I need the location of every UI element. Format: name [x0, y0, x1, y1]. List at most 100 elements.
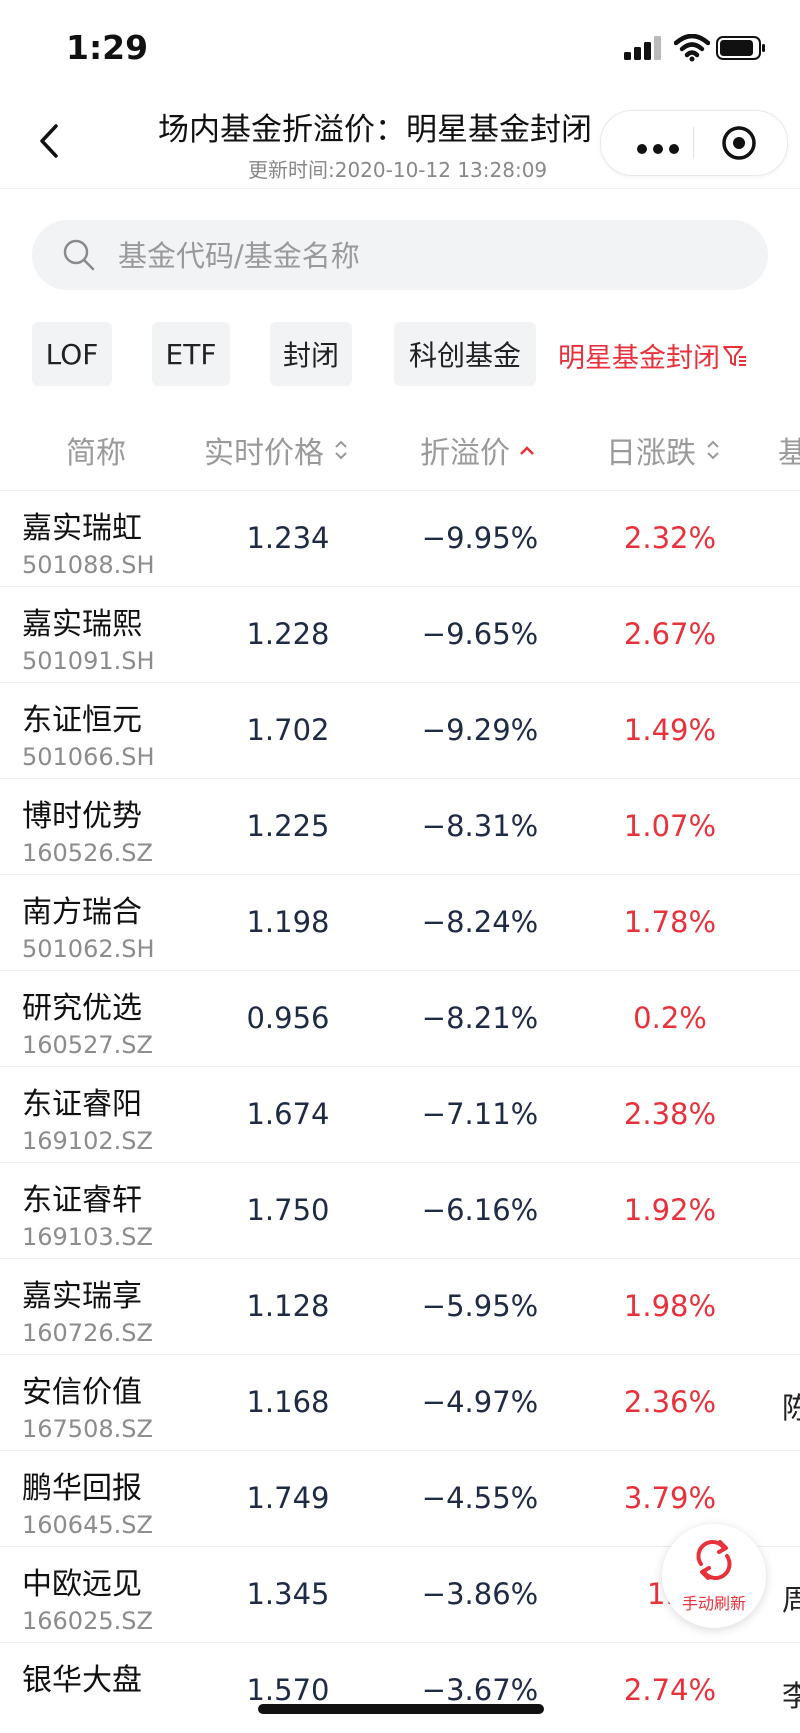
close-target-icon[interactable] [721, 125, 757, 161]
fund-name: 鹏华回报 [22, 1471, 142, 1506]
col-price-label: 实时价格 [204, 436, 324, 471]
fund-price: 1.570 [246, 1673, 330, 1707]
nav-bar: 场内基金折溢价：明星基金封闭 更新时间:2020-10-12 13:28:09 [0, 96, 800, 189]
filter-chip-lof[interactable]: LOF [32, 322, 112, 386]
page-title: 场内基金折溢价：明星基金封闭 [158, 112, 592, 148]
fund-code: 501066.SH [22, 743, 155, 771]
fund-code: 169103.SZ [22, 1223, 153, 1251]
sort-icon [707, 440, 719, 460]
fund-manager: 李 [782, 1679, 800, 1713]
fund-premium: −7.11% [421, 1097, 539, 1131]
update-time: 更新时间:2020-10-12 13:28:09 [248, 158, 548, 182]
miniprogram-capsule [600, 110, 788, 176]
fund-change: 2.32% [623, 521, 717, 555]
col-manager-label: 基 [778, 436, 800, 471]
fund-change: 1.92% [623, 1193, 717, 1227]
fund-name: 研究优选 [22, 991, 142, 1026]
fund-price: 1.128 [246, 1289, 330, 1323]
fund-premium: −9.29% [421, 713, 539, 747]
table-row[interactable]: 嘉实瑞虹 501088.SH 1.234 −9.95% 2.32% [0, 491, 800, 587]
table-row[interactable]: 鹏华回报 160645.SZ 1.749 −4.55% 3.79% [0, 1451, 800, 1547]
fund-change: 1.78% [623, 905, 717, 939]
fund-manager: 陈 [782, 1391, 800, 1425]
fund-code: 169102.SZ [22, 1127, 153, 1155]
search-icon [63, 239, 95, 271]
fund-premium: −4.97% [421, 1385, 539, 1419]
table-row[interactable]: 银华大盘 1.570 −3.67% 2.74% 李 [0, 1643, 800, 1713]
col-price[interactable]: 实时价格 [204, 428, 350, 472]
table-row[interactable]: 东证睿阳 169102.SZ 1.674 −7.11% 2.38% [0, 1067, 800, 1163]
table-row[interactable]: 东证恒元 501066.SH 1.702 −9.29% 1.49% [0, 683, 800, 779]
fund-code: 501088.SH [22, 551, 155, 579]
col-name-label: 简称 [66, 436, 126, 471]
fund-price: 1.168 [246, 1385, 330, 1419]
status-time: 1:29 [66, 28, 149, 67]
fund-manager: 周 [782, 1583, 800, 1617]
fund-change: 1.98% [623, 1289, 717, 1323]
table-row[interactable]: 博时优势 160526.SZ 1.225 −8.31% 1.07% [0, 779, 800, 875]
col-name: 简称 [66, 428, 126, 472]
fund-premium: −9.95% [421, 521, 539, 555]
fund-name: 东证恒元 [22, 703, 142, 738]
col-manager[interactable]: 基 [778, 428, 800, 472]
refresh-icon [696, 1540, 732, 1580]
fund-code: 501091.SH [22, 647, 155, 675]
col-premium[interactable]: 折溢价 [420, 428, 536, 472]
table-row[interactable]: 安信价值 167508.SZ 1.168 −4.97% 2.36% 陈 [0, 1355, 800, 1451]
fund-premium: −6.16% [421, 1193, 539, 1227]
fund-code: 160527.SZ [22, 1031, 153, 1059]
table-row[interactable]: 东证睿轩 169103.SZ 1.750 −6.16% 1.92% [0, 1163, 800, 1259]
filter-active-label: 明星基金封闭 [558, 343, 720, 374]
table-row[interactable]: 嘉实瑞熙 501091.SH 1.228 −9.65% 2.67% [0, 587, 800, 683]
status-bar: 1:29 [0, 0, 800, 96]
table-row[interactable]: 南方瑞合 501062.SH 1.198 −8.24% 1.78% [0, 875, 800, 971]
fund-name: 嘉实瑞虹 [22, 511, 142, 546]
table-row[interactable]: 研究优选 160527.SZ 0.956 −8.21% 0.2% [0, 971, 800, 1067]
sort-ascending-icon [520, 446, 534, 455]
fund-price: 1.749 [246, 1481, 330, 1515]
table-row[interactable]: 嘉实瑞享 160726.SZ 1.128 −5.95% 1.98% [0, 1259, 800, 1355]
fund-premium: −8.21% [421, 1001, 539, 1035]
filter-chip-closed[interactable]: 封闭 [270, 322, 352, 386]
fund-change: 2.67% [623, 617, 717, 651]
fund-premium: −3.86% [421, 1577, 539, 1611]
fund-change: 2.74% [623, 1673, 717, 1707]
fund-code: 166025.SZ [22, 1607, 153, 1635]
fund-price: 1.198 [246, 905, 330, 939]
fund-premium: −8.24% [421, 905, 539, 939]
col-premium-label: 折溢价 [420, 436, 510, 471]
fund-change: 2.38% [623, 1097, 717, 1131]
search-bar [32, 220, 768, 290]
filter-icon [723, 345, 746, 366]
fund-price: 1.345 [246, 1577, 330, 1611]
cellular-signal-icon [624, 36, 661, 60]
fund-name: 东证睿阳 [22, 1087, 142, 1122]
search-input[interactable] [116, 230, 740, 282]
fund-price: 1.234 [246, 521, 330, 555]
fund-premium: −4.55% [421, 1481, 539, 1515]
filter-chip-sci-tech[interactable]: 科创基金 [394, 322, 536, 386]
sort-icon [335, 440, 347, 460]
fund-list: 嘉实瑞虹 501088.SH 1.234 −9.95% 2.32% 嘉实瑞熙 5… [0, 491, 800, 1713]
fund-change: 3.79% [623, 1481, 717, 1515]
fund-name: 东证睿轩 [22, 1183, 142, 1218]
fund-name: 博时优势 [22, 799, 142, 834]
fund-change: 1.07% [623, 809, 717, 843]
fund-name: 银华大盘 [22, 1663, 142, 1698]
back-arrow-icon[interactable] [34, 118, 64, 164]
fund-change: 1.49% [623, 713, 717, 747]
fund-price: 1.674 [246, 1097, 330, 1131]
filter-active-star-closed[interactable]: 明星基金封闭 [558, 336, 748, 375]
manual-refresh-button[interactable]: 手动刷新 [662, 1524, 766, 1628]
col-change[interactable]: 日涨跌 [606, 428, 722, 472]
fund-code: 160726.SZ [22, 1319, 153, 1347]
fund-name: 嘉实瑞享 [22, 1279, 142, 1314]
table-header: 简称 实时价格 折溢价 日涨跌 基 [0, 410, 800, 491]
fund-change: 0.2% [633, 1001, 707, 1035]
fund-price: 1.702 [246, 713, 330, 747]
wifi-icon [674, 34, 710, 62]
filter-chip-etf[interactable]: ETF [152, 322, 230, 386]
fund-premium: −3.67% [421, 1673, 539, 1707]
more-icon[interactable] [637, 139, 685, 158]
fund-premium: −9.65% [421, 617, 539, 651]
